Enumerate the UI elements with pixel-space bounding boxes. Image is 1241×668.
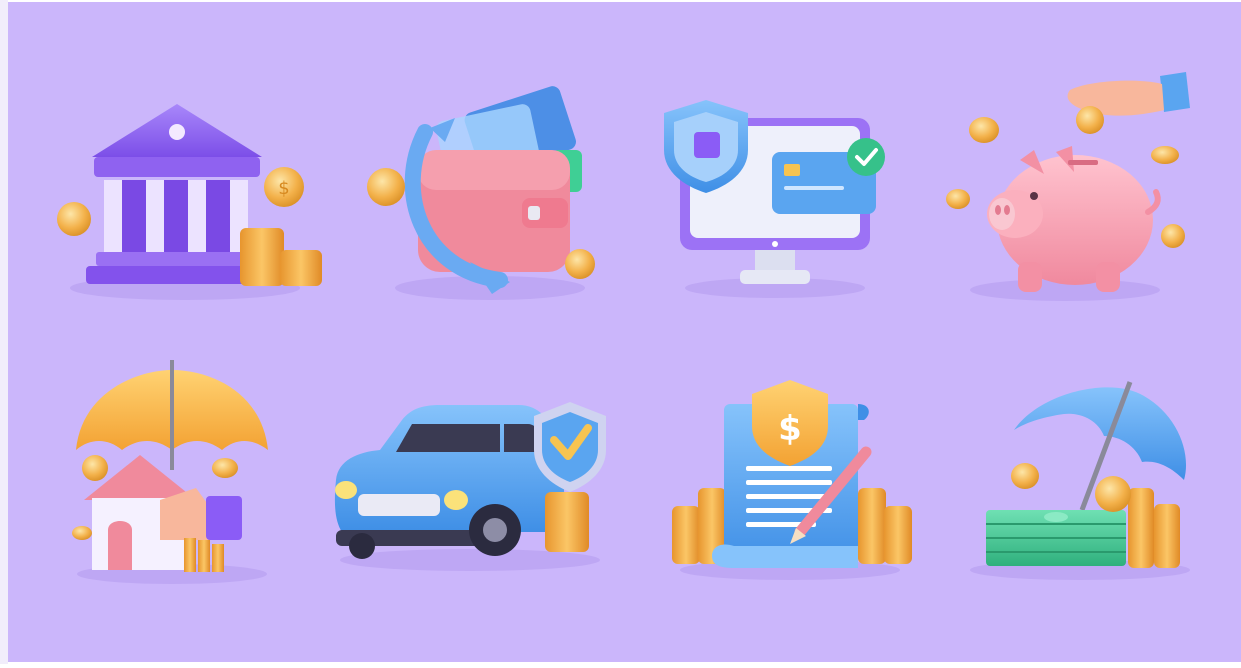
illustration-canvas: $ $ — [0, 0, 1241, 664]
left-border — [0, 0, 8, 664]
illustration-svg: $ $ — [0, 0, 1241, 664]
contract-dollar-symbol: $ — [778, 409, 802, 449]
coin-symbol: $ — [278, 178, 289, 199]
